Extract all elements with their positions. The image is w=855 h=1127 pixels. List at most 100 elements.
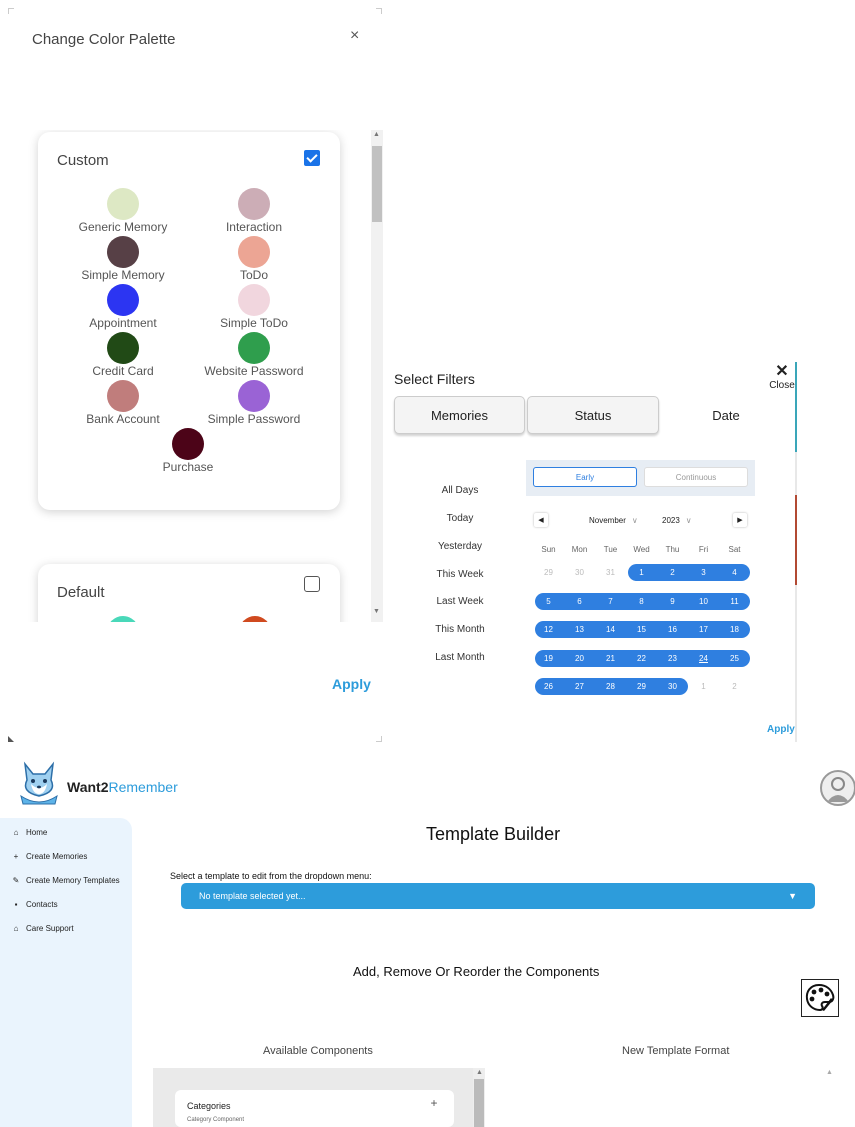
calendar-day[interactable]: 21 — [595, 650, 626, 667]
prev-month-button[interactable]: ◀ — [534, 513, 548, 527]
color-swatch[interactable]: Simple Memory — [48, 236, 198, 282]
day-option-yesterday[interactable]: Yesterday — [405, 541, 515, 552]
palette-scroll-thumb[interactable] — [372, 146, 382, 222]
palette-scroll-area[interactable]: Custom Generic Memory Interaction Simple M… — [0, 130, 384, 622]
add-component-button[interactable]: + — [427, 1096, 441, 1110]
next-month-button[interactable]: ▶ — [733, 513, 747, 527]
calendar-day[interactable]: 14 — [595, 621, 626, 638]
tab-date[interactable]: Date — [661, 396, 791, 434]
calendar-day[interactable]: 19 — [533, 650, 564, 667]
color-swatch[interactable]: Bank Account — [48, 380, 198, 426]
calendar-day[interactable]: 15 — [626, 621, 657, 638]
default-palette-card[interactable]: Default — [38, 564, 340, 622]
color-swatch[interactable]: Purchase — [113, 428, 263, 474]
day-option-last-week[interactable]: Last Week — [405, 596, 515, 607]
year-select[interactable]: 2023 ∨ — [662, 516, 692, 525]
calendar-day[interactable]: 31 — [595, 564, 626, 581]
color-dot[interactable] — [107, 284, 139, 316]
color-swatch[interactable]: Credit Card — [48, 332, 198, 378]
calendar-day[interactable]: 11 — [719, 593, 750, 610]
calendar-day[interactable]: 9 — [657, 593, 688, 610]
default-swatch[interactable] — [239, 616, 271, 622]
color-swatch[interactable]: Generic Memory — [48, 188, 198, 234]
tab-status[interactable]: Status — [527, 396, 659, 434]
calendar-day[interactable]: 8 — [626, 593, 657, 610]
sidebar-item-care-support[interactable]: ⌂ Care Support — [10, 924, 74, 933]
color-dot[interactable] — [238, 284, 270, 316]
scroll-up-icon[interactable]: ▲ — [826, 1069, 833, 1076]
brand-name[interactable]: Want2Remember — [67, 779, 178, 795]
calendar-day[interactable]: 10 — [688, 593, 719, 610]
calendar-day[interactable]: 16 — [657, 621, 688, 638]
calendar-day[interactable]: 25 — [719, 650, 750, 667]
calendar-day[interactable]: 29 — [533, 564, 564, 581]
calendar-day[interactable]: 7 — [595, 593, 626, 610]
calendar-day[interactable]: 29 — [626, 678, 657, 695]
day-option-this-week[interactable]: This Week — [405, 569, 515, 580]
filters-apply-button[interactable]: Apply — [767, 724, 795, 735]
tab-memories[interactable]: Memories — [394, 396, 525, 434]
default-palette-checkbox[interactable] — [304, 576, 320, 592]
color-dot[interactable] — [238, 380, 270, 412]
sidebar-item-home[interactable]: ⌂ Home — [10, 828, 48, 837]
color-dot[interactable] — [238, 188, 270, 220]
color-dot[interactable] — [107, 236, 139, 268]
calendar-day[interactable]: 24 — [688, 650, 719, 667]
calendar-day[interactable]: 3 — [688, 564, 719, 581]
filters-close-button[interactable]: ✕ Close — [768, 364, 796, 392]
color-swatch[interactable]: Simple Password — [179, 380, 329, 426]
calendar-day[interactable]: 6 — [564, 593, 595, 610]
color-dot[interactable] — [172, 428, 204, 460]
color-dot[interactable] — [238, 332, 270, 364]
scroll-up-icon[interactable]: ▲ — [476, 1069, 483, 1076]
calendar-day[interactable]: 18 — [719, 621, 750, 638]
calendar-day[interactable]: 23 — [657, 650, 688, 667]
color-dot[interactable] — [107, 380, 139, 412]
color-swatch[interactable]: Appointment — [48, 284, 198, 330]
palette-close-button[interactable]: × — [350, 27, 359, 45]
calendar-day[interactable]: 20 — [564, 650, 595, 667]
user-avatar[interactable] — [820, 770, 855, 806]
color-dot[interactable] — [107, 188, 139, 220]
month-select[interactable]: November ∨ — [589, 516, 638, 525]
sidebar-item-create-memories[interactable]: + Create Memories — [10, 852, 88, 861]
sidebar-item-create-memory-templates[interactable]: ✎ Create Memory Templates — [10, 876, 120, 885]
calendar-day[interactable]: 1 — [626, 564, 657, 581]
calendar-day[interactable]: 28 — [595, 678, 626, 695]
calendar-day[interactable]: 12 — [533, 621, 564, 638]
calendar-day[interactable]: 5 — [533, 593, 564, 610]
color-swatch[interactable]: Interaction — [179, 188, 329, 234]
color-dot[interactable] — [107, 332, 139, 364]
calendar-day[interactable]: 17 — [688, 621, 719, 638]
sidebar-item-contacts[interactable]: ▪ Contacts — [10, 900, 58, 909]
day-option-this-month[interactable]: This Month — [405, 624, 515, 635]
day-option-last-month[interactable]: Last Month — [405, 652, 515, 663]
calendar-day[interactable]: 22 — [626, 650, 657, 667]
color-palette-button[interactable] — [801, 979, 839, 1017]
default-swatch[interactable] — [107, 616, 139, 622]
calendar-day[interactable]: 1 — [688, 678, 719, 695]
components-scroll-thumb[interactable] — [474, 1079, 484, 1127]
color-swatch[interactable]: Website Password — [179, 332, 329, 378]
color-dot[interactable] — [238, 236, 270, 268]
scroll-up-icon[interactable]: ▲ — [373, 131, 380, 138]
color-swatch[interactable]: ToDo — [179, 236, 329, 282]
calendar-day[interactable]: 30 — [564, 564, 595, 581]
palette-apply-button[interactable]: Apply — [332, 676, 371, 692]
day-option-all-days[interactable]: All Days — [405, 485, 515, 496]
calendar-day[interactable]: 30 — [657, 678, 688, 695]
calendar-day[interactable]: 26 — [533, 678, 564, 695]
calendar-day[interactable]: 13 — [564, 621, 595, 638]
calendar-day[interactable]: 4 — [719, 564, 750, 581]
calendar-day[interactable]: 2 — [657, 564, 688, 581]
color-swatch[interactable]: Simple ToDo — [179, 284, 329, 330]
calendar-day[interactable]: 2 — [719, 678, 750, 695]
range-mode-early[interactable]: Early — [533, 467, 637, 487]
day-option-today[interactable]: Today — [405, 513, 515, 524]
custom-palette-checkbox[interactable] — [304, 150, 320, 166]
range-mode-continuous[interactable]: Continuous — [644, 467, 748, 487]
template-dropdown[interactable]: No template selected yet... ▼ — [181, 883, 815, 909]
scroll-down-icon[interactable]: ▼ — [373, 608, 380, 615]
calendar-day[interactable]: 27 — [564, 678, 595, 695]
custom-palette-card[interactable]: Custom Generic Memory Interaction Simple M… — [38, 132, 340, 510]
